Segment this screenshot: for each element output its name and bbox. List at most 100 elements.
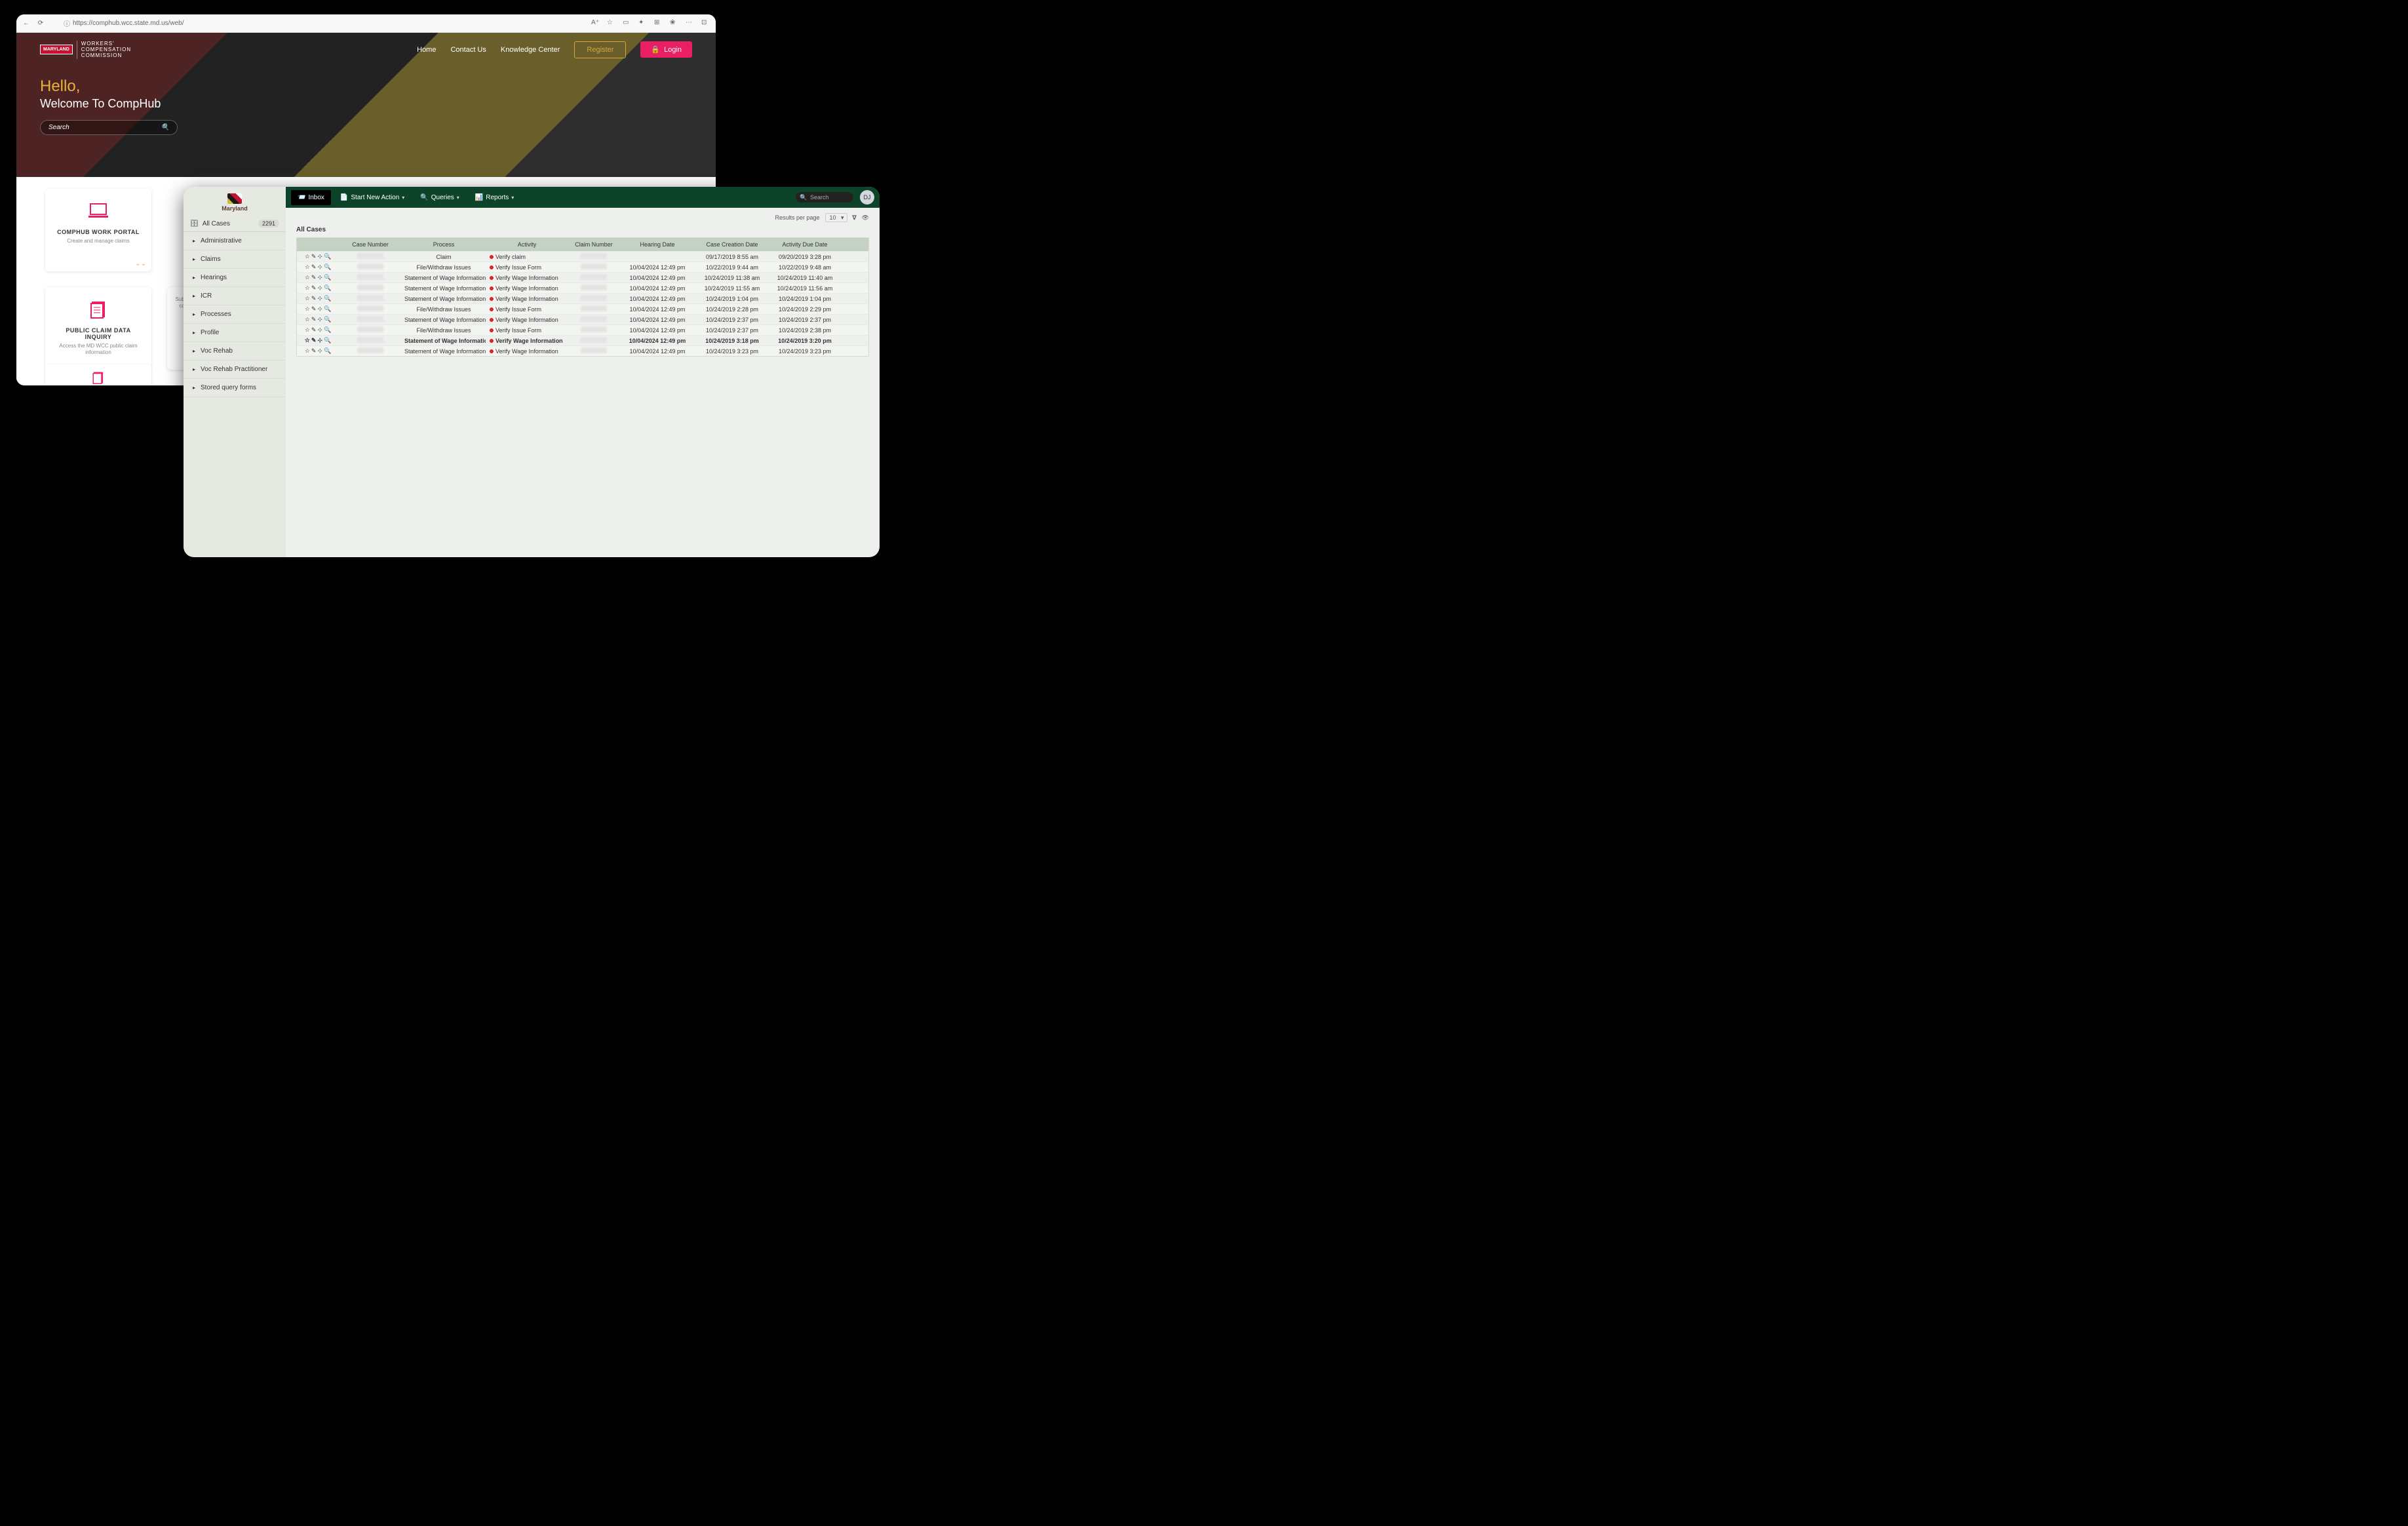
nav-contact[interactable]: Contact Us bbox=[450, 46, 486, 54]
search-icon: 🔍 bbox=[420, 194, 428, 201]
card-public-claim[interactable]: PUBLIC CLAIM DATA INQUIRY Access the MD … bbox=[45, 287, 151, 370]
table-row[interactable]: ☆✎⊹🔍File/Withdraw IssuesVerify Issue For… bbox=[297, 303, 868, 314]
topbar-search[interactable]: 🔍 Search bbox=[796, 192, 853, 203]
apps-icon[interactable]: ⊞ bbox=[654, 19, 663, 28]
favorite-icon[interactable]: ☆ bbox=[607, 19, 616, 28]
sidebar-item[interactable]: ICR bbox=[184, 287, 286, 305]
sidebar-item[interactable]: Profile bbox=[184, 324, 286, 342]
settings-icon[interactable]: ❀ bbox=[670, 19, 679, 28]
tree-icon[interactable]: ⊹ bbox=[317, 305, 322, 313]
assign-icon[interactable]: ✎ bbox=[311, 264, 317, 271]
assign-icon[interactable]: ✎ bbox=[311, 274, 317, 281]
status-dot-icon bbox=[490, 276, 494, 280]
table-row[interactable]: ☆✎⊹🔍File/Withdraw IssuesVerify Issue For… bbox=[297, 262, 868, 272]
table-row[interactable]: ☆✎⊹🔍Statement of Wage InformationVerify … bbox=[297, 335, 868, 345]
tab-inbox[interactable]: 📨 Inbox bbox=[291, 190, 331, 205]
nav-home[interactable]: Home bbox=[417, 46, 436, 54]
search-icon[interactable]: 🔍 bbox=[324, 326, 331, 334]
star-icon[interactable]: ☆ bbox=[305, 284, 310, 292]
star-icon[interactable]: ☆ bbox=[305, 326, 310, 334]
search-icon[interactable]: 🔍 bbox=[324, 337, 331, 344]
sidebar-item[interactable]: Voc Rehab Practitioner bbox=[184, 361, 286, 379]
col-activity[interactable]: Activity bbox=[486, 238, 567, 251]
tab-reports[interactable]: 📊 Reports bbox=[469, 190, 520, 205]
card-partial-bottom[interactable] bbox=[45, 364, 151, 385]
tree-icon[interactable]: ⊹ bbox=[317, 253, 322, 260]
search-icon[interactable]: 🔍 bbox=[324, 253, 331, 260]
eye-icon[interactable]: 👁 bbox=[862, 214, 869, 222]
star-icon[interactable]: ☆ bbox=[305, 274, 310, 281]
nav-knowledge[interactable]: Knowledge Center bbox=[501, 46, 560, 54]
filter-icon[interactable]: ∇ bbox=[853, 214, 857, 222]
search-icon[interactable]: 🔍 bbox=[324, 284, 331, 292]
col-due[interactable]: Activity Due Date bbox=[770, 238, 840, 251]
assign-icon[interactable]: ✎ bbox=[311, 326, 317, 334]
sidebar-item[interactable]: Stored query forms bbox=[184, 379, 286, 397]
tree-icon[interactable]: ⊹ bbox=[317, 264, 322, 271]
sidebar-item[interactable]: Claims bbox=[184, 250, 286, 269]
col-claim[interactable]: Claim Number bbox=[567, 238, 621, 251]
sidebar-item[interactable]: Processes bbox=[184, 305, 286, 324]
sidebar-item[interactable]: Hearings bbox=[184, 269, 286, 287]
search-icon[interactable]: 🔍 bbox=[324, 347, 331, 355]
cell-due: 10/24/2019 2:38 pm bbox=[770, 326, 840, 335]
refresh-icon[interactable]: ⟳ bbox=[36, 19, 45, 28]
star-icon[interactable]: ☆ bbox=[305, 305, 310, 313]
extensions-icon[interactable]: ✦ bbox=[638, 19, 648, 28]
star-icon[interactable]: ☆ bbox=[305, 295, 310, 302]
star-icon[interactable]: ☆ bbox=[305, 316, 310, 323]
star-icon[interactable]: ☆ bbox=[305, 264, 310, 271]
register-button[interactable]: Register bbox=[574, 41, 626, 58]
assign-icon[interactable]: ✎ bbox=[311, 295, 317, 302]
read-aloud-icon[interactable]: A⁺ bbox=[591, 19, 600, 28]
table-row[interactable]: ☆✎⊹🔍Statement of Wage InformationVerify … bbox=[297, 283, 868, 293]
search-icon[interactable]: 🔍 bbox=[324, 264, 331, 271]
assign-icon[interactable]: ✎ bbox=[311, 253, 317, 260]
sidebar-item[interactable]: Administrative bbox=[184, 232, 286, 250]
table-row[interactable]: ☆✎⊹🔍Statement of Wage InformationVerify … bbox=[297, 345, 868, 356]
copilot-icon[interactable]: ⊡ bbox=[701, 19, 710, 28]
assign-icon[interactable]: ✎ bbox=[311, 347, 317, 355]
sidebar-item[interactable]: Voc Rehab bbox=[184, 342, 286, 361]
back-icon[interactable]: ← bbox=[22, 19, 31, 28]
card-work-portal[interactable]: COMPHUB WORK PORTAL Create and manage cl… bbox=[45, 189, 151, 271]
col-process[interactable]: Process bbox=[402, 238, 486, 251]
search-icon[interactable]: 🔍 bbox=[324, 305, 331, 313]
col-creation[interactable]: Case Creation Date bbox=[694, 238, 770, 251]
collections-icon[interactable]: ▭ bbox=[623, 19, 632, 28]
sidebar-allcases[interactable]: 🗄 All Cases 2291 bbox=[184, 216, 286, 232]
tab-queries[interactable]: 🔍 Queries bbox=[414, 190, 465, 205]
tree-icon[interactable]: ⊹ bbox=[317, 274, 322, 281]
col-case[interactable]: Case Number bbox=[339, 238, 402, 251]
search-icon[interactable]: 🔍 bbox=[324, 316, 331, 323]
assign-icon[interactable]: ✎ bbox=[311, 284, 317, 292]
tree-icon[interactable]: ⊹ bbox=[317, 337, 322, 344]
assign-icon[interactable]: ✎ bbox=[311, 316, 317, 323]
table-row[interactable]: ☆✎⊹🔍Statement of Wage InformationVerify … bbox=[297, 272, 868, 283]
star-icon[interactable]: ☆ bbox=[305, 347, 310, 355]
col-hearing[interactable]: Hearing Date bbox=[621, 238, 694, 251]
search-icon[interactable]: 🔍 bbox=[324, 295, 331, 302]
cell-hearing: 10/04/2024 12:49 pm bbox=[621, 326, 694, 335]
more-icon[interactable]: ⋯ bbox=[686, 19, 695, 28]
tab-start-action[interactable]: 📄 Start New Action bbox=[334, 190, 411, 205]
avatar[interactable]: DJ bbox=[860, 190, 874, 205]
table-row[interactable]: ☆✎⊹🔍File/Withdraw IssuesVerify Issue For… bbox=[297, 324, 868, 335]
tree-icon[interactable]: ⊹ bbox=[317, 316, 322, 323]
search-icon[interactable]: 🔍 bbox=[324, 274, 331, 281]
star-icon[interactable]: ☆ bbox=[305, 253, 310, 260]
table-row[interactable]: ☆✎⊹🔍ClaimVerify claim09/17/2019 8:55 am0… bbox=[297, 251, 868, 262]
tree-icon[interactable]: ⊹ bbox=[317, 295, 322, 302]
tree-icon[interactable]: ⊹ bbox=[317, 284, 322, 292]
rpp-select[interactable]: 10 ▾ bbox=[825, 213, 847, 222]
address-bar[interactable]: ⓘ https://comphub.wcc.state.md.us/web/ bbox=[50, 18, 586, 28]
tree-icon[interactable]: ⊹ bbox=[317, 326, 322, 334]
tree-icon[interactable]: ⊹ bbox=[317, 347, 322, 355]
login-button[interactable]: 🔒 Login bbox=[640, 41, 692, 58]
hero-search-input[interactable]: Search 🔍 bbox=[40, 120, 178, 135]
star-icon[interactable]: ☆ bbox=[305, 337, 310, 344]
assign-icon[interactable]: ✎ bbox=[311, 305, 317, 313]
table-row[interactable]: ☆✎⊹🔍Statement of Wage InformationVerify … bbox=[297, 293, 868, 303]
table-row[interactable]: ☆✎⊹🔍Statement of Wage InformationVerify … bbox=[297, 314, 868, 324]
assign-icon[interactable]: ✎ bbox=[311, 337, 317, 344]
